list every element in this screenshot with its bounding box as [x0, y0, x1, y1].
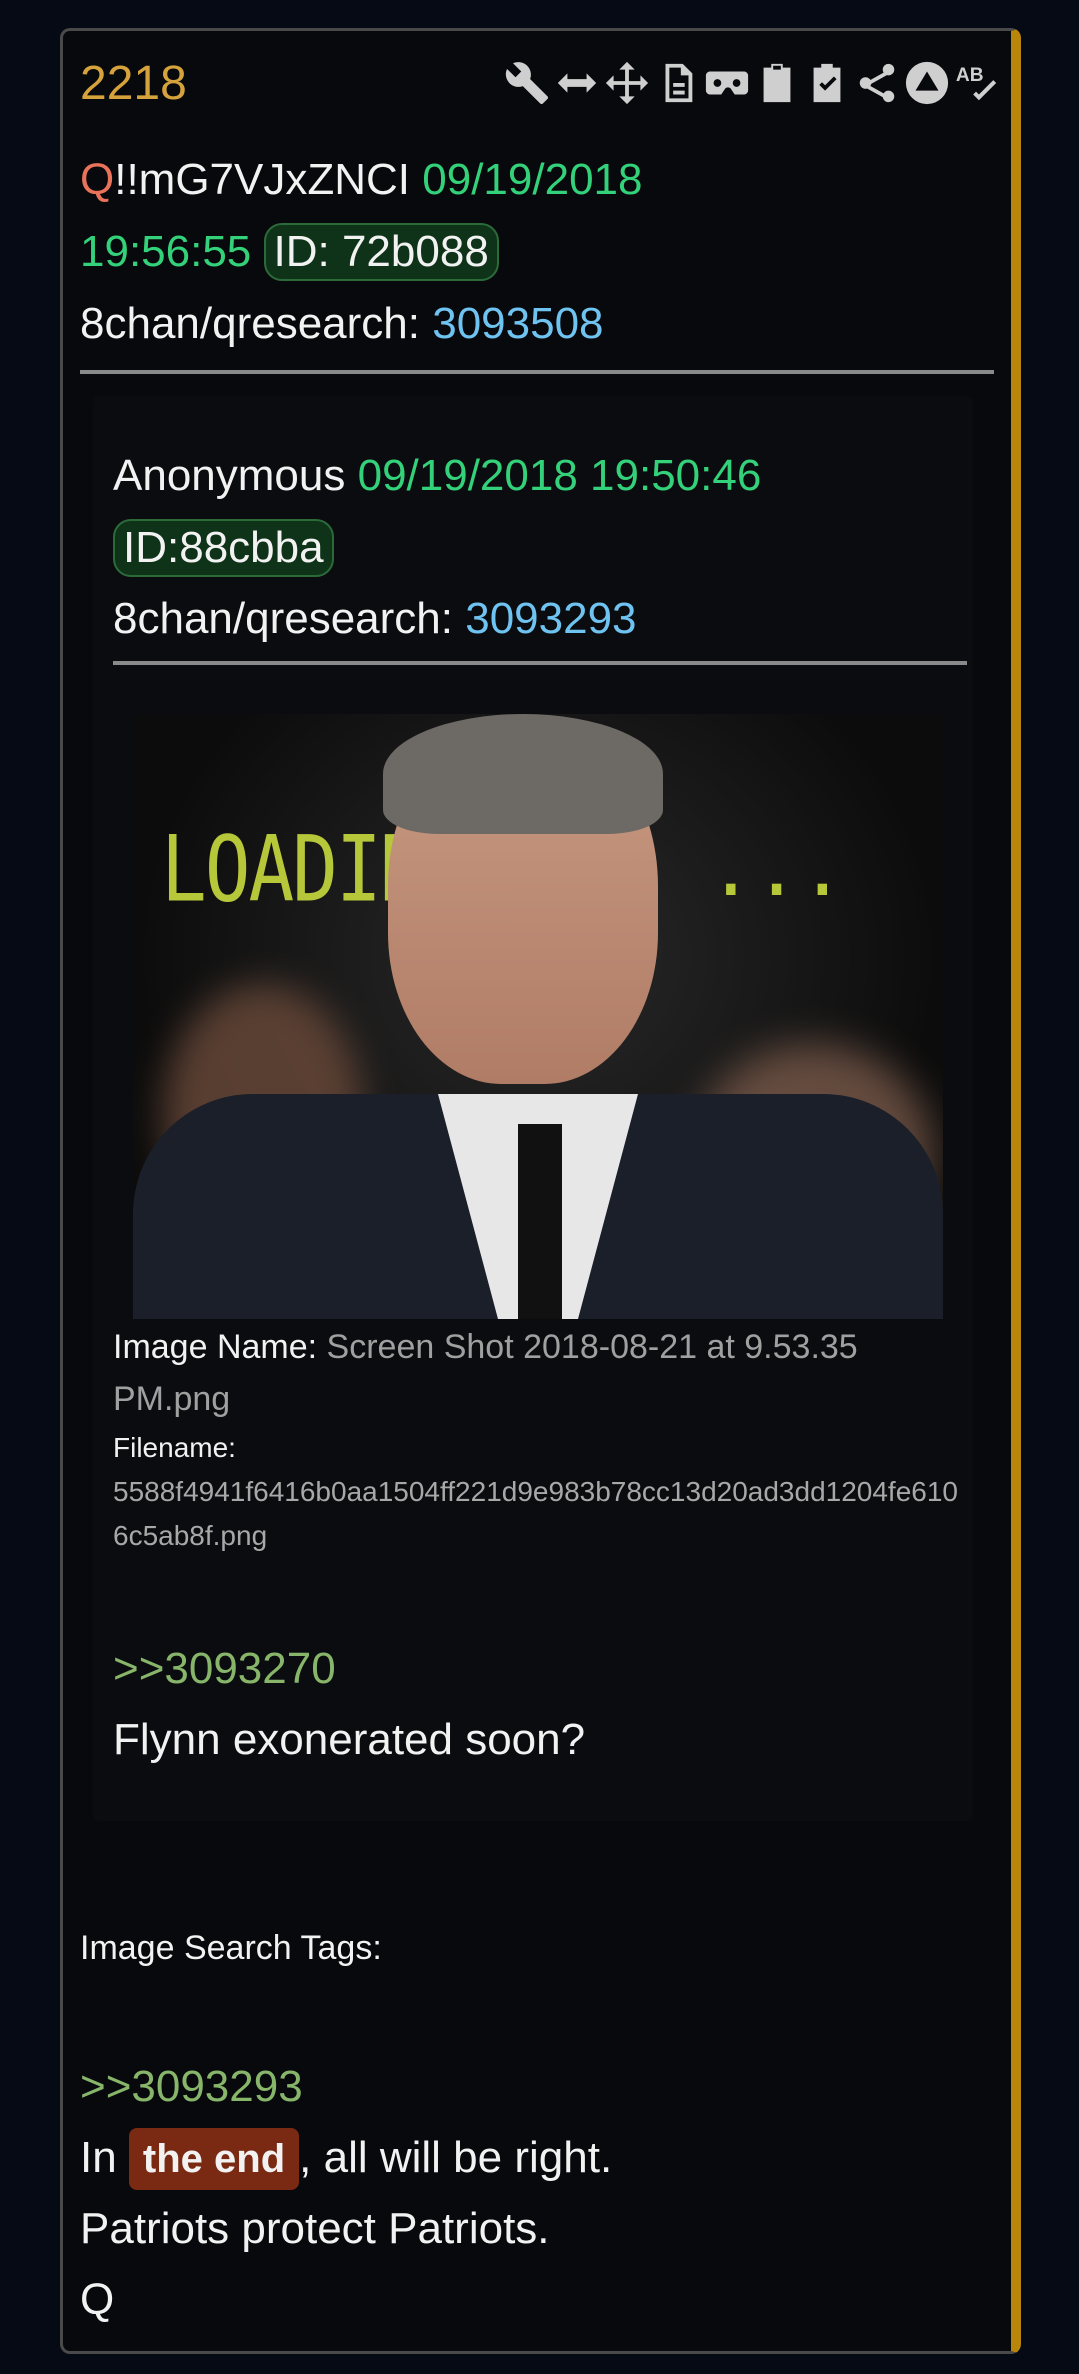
post-card: 2218 AB Q!!mG7VJxZNCI 09/19/2018 19:56:5… — [60, 28, 1021, 2354]
quoted-ref-link[interactable]: 3093293 — [465, 594, 636, 643]
quoted-divider — [113, 661, 967, 665]
author-prefix: Q — [80, 155, 115, 204]
clipboard-check-icon[interactable] — [804, 57, 850, 109]
svg-text:AB: AB — [956, 65, 984, 86]
quoted-author-line: Anonymous 09/19/2018 19:50:46 — [113, 441, 761, 511]
body-line-1: In the end, all will be right. — [80, 2122, 612, 2193]
time-line: 19:56:55 ID: 72b088 — [80, 217, 499, 287]
quoted-id-line: ID:88cbba — [113, 513, 334, 583]
image-search-tags-label: Image Search Tags: — [80, 1929, 382, 1967]
post-number[interactable]: 2218 — [80, 49, 187, 119]
board-name: 8chan/qresearch: — [80, 299, 420, 348]
highlight-tag[interactable]: the end — [128, 2128, 300, 2190]
reply-link[interactable]: >>3093293 — [80, 2051, 303, 2122]
body-line-2: Patriots protect Patriots. — [80, 2204, 550, 2253]
header-divider — [80, 370, 994, 374]
quoted-datetime: 09/19/2018 19:50:46 — [357, 451, 762, 500]
image-filename: Filename: 5588f4941f6416b0aa1504ff221d9e… — [113, 1426, 973, 1558]
triangle-circle-icon[interactable] — [904, 57, 950, 109]
image-loading-dots: ... — [708, 824, 846, 913]
author-line: Q!!mG7VJxZNCI 09/19/2018 — [80, 145, 642, 215]
quoted-board-line: 8chan/qresearch: 3093293 — [113, 584, 637, 654]
image-filename-value: 5588f4941f6416b0aa1504ff221d9e983b78cc13… — [113, 1476, 959, 1551]
image-name: Image Name: Screen Shot 2018-08-21 at 9.… — [113, 1328, 858, 1418]
post-ref-link[interactable]: 3093508 — [432, 299, 603, 348]
move-icon[interactable] — [604, 57, 650, 109]
post-toolbar: AB — [504, 57, 1000, 109]
board-line: 8chan/qresearch: 3093508 — [80, 289, 604, 359]
body-signature: Q — [80, 2275, 115, 2324]
tripcode: !!mG7VJxZNCI — [114, 155, 411, 204]
quoted-reply-link[interactable]: >>3093270 — [113, 1634, 336, 1704]
share-icon[interactable] — [854, 57, 900, 109]
clipboard-icon[interactable] — [754, 57, 800, 109]
post-date: 09/19/2018 — [422, 155, 643, 204]
post-time: 19:56:55 — [80, 227, 252, 276]
poster-id-badge[interactable]: ID: 72b088 — [263, 223, 499, 281]
quoted-post: Anonymous 09/19/2018 19:50:46 ID:88cbba … — [93, 396, 973, 1821]
resize-horizontal-icon[interactable] — [554, 57, 600, 109]
document-icon[interactable] — [654, 57, 700, 109]
quoted-body: Flynn exonerated soon? — [113, 1715, 586, 1764]
quoted-id-badge[interactable]: ID:88cbba — [113, 519, 334, 577]
vr-headset-icon[interactable] — [704, 57, 750, 109]
wrench-icon[interactable] — [504, 57, 550, 109]
quoted-author: Anonymous — [113, 451, 346, 500]
quoted-board: 8chan/qresearch: — [113, 594, 453, 643]
spellcheck-icon[interactable]: AB — [954, 57, 1000, 109]
post-image[interactable]: LOADING ... — [133, 714, 943, 1319]
